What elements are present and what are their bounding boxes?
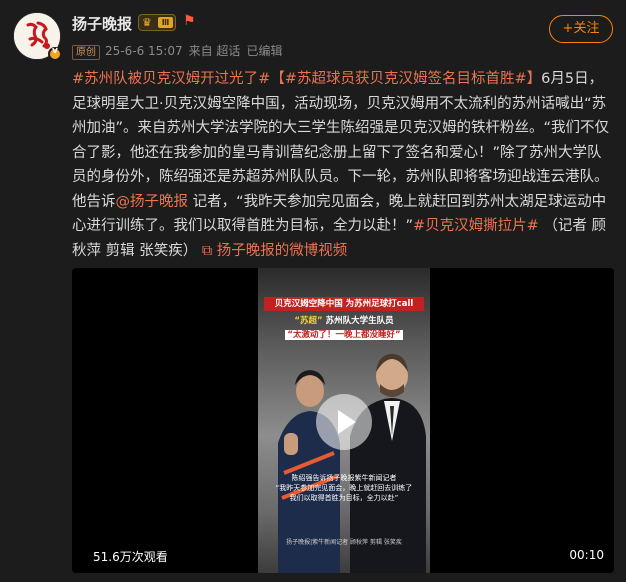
video-subtitle-1: “苏超” 苏州队大学生队员 [258,314,430,326]
video-subtitle-1b: 苏州队大学生队员 [325,316,394,326]
mention-link[interactable]: @扬子晚报 [116,194,189,210]
post-date[interactable]: 25-6-6 15:07 [105,44,183,58]
fire-badge-icon[interactable]: ⚑ [183,13,196,29]
topic-tag-signature[interactable]: 【#苏超球员获贝克汉姆签名目标首胜#】 [270,71,541,87]
video-thumbnail: 贝克汉姆空降中国 为苏州足球打call “苏超” 苏州队大学生队员 “太激动了！… [258,268,430,573]
weibo-post-card: v 扬子晚报 ♛ Ⅲ ⚑ 原创 25-6-6 15:07 来自 超话 已编辑 +关注 … [0,0,626,582]
post-text: #苏州队被贝克汉姆开过光了#【#苏超球员获贝克汉姆签名目标首胜#】6月5日，足球… [72,67,612,263]
video-caption-credits: 扬子晚报|紫牛新闻记者 顾秋萍 剪辑 张笑疾 [286,539,402,546]
video-link-icon[interactable]: ⧉ [202,243,217,259]
video-title-bar: 贝克汉姆空降中国 为苏州足球打call [264,297,424,311]
post-meta: 原创 25-6-6 15:07 来自 超话 已编辑 [72,42,288,60]
crown-icon: ♛ [142,16,152,29]
post-body-part1: 6月5日，足球明星大卫·贝克汉姆空降中国，活动现场，贝克汉姆用不太流利的苏州话喊… [72,71,610,210]
video-subtitle-2-text: “太激动了！一晚上都没睡好” [285,330,403,340]
video-caption-2: “我昨天参加完见面会，晚上就赶回去训练了 [275,484,413,492]
verified-badge-icon: v [48,46,62,61]
original-tag: 原创 [72,45,100,60]
video-caption-3: 我们以取得首胜为目标，全力以赴” [289,494,399,502]
post-source: 来自 超话 [188,44,241,58]
member-level: Ⅲ [158,17,173,28]
video-duration: 00:10 [569,548,604,562]
topic-tag-polaroid[interactable]: #贝克汉姆撕拉片# [413,218,539,234]
edited-label[interactable]: 已编辑 [246,44,282,58]
member-crown-badge[interactable]: ♛ Ⅲ [138,14,176,31]
play-button-icon[interactable] [316,394,372,450]
topic-tag-suzhou[interactable]: #苏州队被贝克汉姆开过光了# [72,71,270,87]
video-caption-1: 陈绍强告诉扬子晚报紫牛新闻记者 [291,474,397,482]
video-subtitle-2: “太激动了！一晚上都没睡好” [258,328,430,340]
video-subtitle-1a: “苏超” [294,316,323,326]
video-view-count: 51.6万次观看 [93,550,168,564]
video-link[interactable]: 扬子晚报的微博视频 [217,243,348,259]
video-player[interactable]: 贝克汉姆空降中国 为苏州足球打call “苏超” 苏州队大学生队员 “太激动了！… [72,268,614,573]
follow-button[interactable]: +关注 [549,15,613,43]
author-name[interactable]: 扬子晚报 [72,13,132,34]
